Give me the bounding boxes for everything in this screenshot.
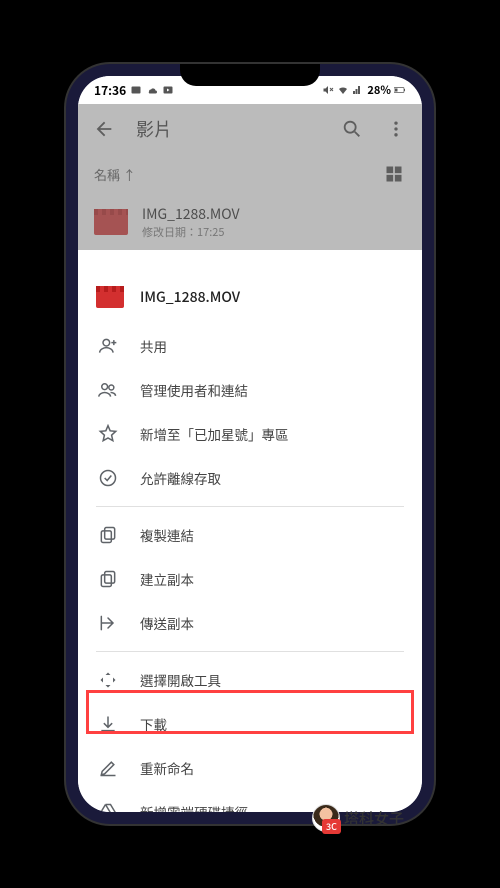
sheet-item-label: 複製連結 (140, 525, 194, 545)
phone-screen: 17:36 28% 影片 (78, 76, 422, 812)
status-battery: 28% (367, 82, 391, 98)
copy-icon (98, 569, 118, 589)
copy-link-icon (98, 525, 118, 545)
rename-icon (98, 758, 118, 778)
sheet-item-label: 新增雲端硬碟捷徑 (140, 802, 248, 812)
watermark-text: 塔科女子 (344, 808, 404, 829)
battery-icon (394, 84, 406, 96)
divider (96, 506, 404, 507)
person-add-icon (98, 336, 118, 356)
mute-icon (322, 84, 334, 96)
dim-overlay[interactable] (78, 104, 422, 250)
sheet-item-offline[interactable]: 允許離線存取 (78, 456, 422, 500)
status-time: 17:36 (94, 82, 126, 99)
background-content: 影片 名稱 ↑ IMG_1288.MOV 修改日期：17:25 (78, 104, 422, 250)
sheet-item-label: 建立副本 (140, 569, 194, 589)
sheet-item-copylink[interactable]: 複製連結 (78, 513, 422, 557)
video-file-icon (96, 286, 124, 308)
people-icon (98, 380, 118, 400)
phone-frame: 17:36 28% 影片 (66, 64, 434, 824)
sheet-item-download[interactable]: 下載 (78, 702, 422, 746)
picture-icon (130, 84, 142, 96)
sheet-item-label: 下載 (140, 714, 167, 734)
sheet-item-makecopy[interactable]: 建立副本 (78, 557, 422, 601)
sheet-item-manage[interactable]: 管理使用者和連結 (78, 368, 422, 412)
sheet-item-label: 允許離線存取 (140, 468, 221, 488)
sheet-item-rename[interactable]: 重新命名 (78, 746, 422, 790)
wifi-icon (337, 84, 349, 96)
sheet-item-label: 傳送副本 (140, 613, 194, 633)
sheet-item-label: 管理使用者和連結 (140, 380, 248, 400)
offline-icon (98, 468, 118, 488)
sheet-item-openwith[interactable]: 選擇開啟工具 (78, 658, 422, 702)
sheet-title: IMG_1288.MOV (140, 287, 240, 307)
send-icon (98, 613, 118, 633)
sheet-item-sendcopy[interactable]: 傳送副本 (78, 601, 422, 645)
sheet-item-label: 重新命名 (140, 758, 194, 778)
star-icon (98, 424, 118, 444)
sheet-header: IMG_1288.MOV (78, 270, 422, 320)
divider (96, 651, 404, 652)
sheet-item-label: 新增至「已加星號」專區 (140, 424, 289, 444)
signal-icon (352, 84, 364, 96)
watermark: 3C 塔科女子 (312, 804, 404, 832)
bottom-sheet: IMG_1288.MOV 共用 管理使用者和連結 新增至「已加星號」專區 允許 (78, 270, 422, 812)
sheet-item-label: 共用 (140, 336, 167, 356)
phone-notch (180, 64, 320, 86)
watermark-tag: 3C (322, 819, 341, 834)
cloud-icon (146, 84, 158, 96)
drive-add-icon (98, 802, 118, 812)
open-with-icon (98, 670, 118, 690)
sheet-item-star[interactable]: 新增至「已加星號」專區 (78, 412, 422, 456)
sheet-item-share[interactable]: 共用 (78, 324, 422, 368)
sheet-item-label: 選擇開啟工具 (140, 670, 221, 690)
play-icon (162, 84, 174, 96)
download-icon (98, 714, 118, 734)
